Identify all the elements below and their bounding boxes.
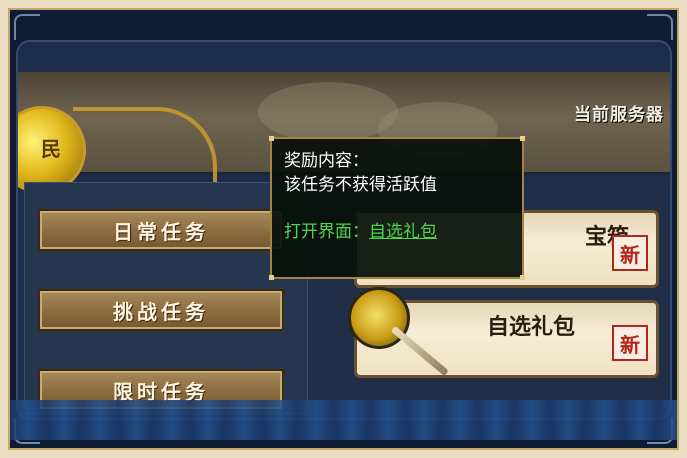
- tooltip-open-label: 打开界面：: [284, 222, 369, 242]
- tooltip-open-row: 打开界面：自选礼包: [284, 217, 522, 242]
- challenge-task-button[interactable]: 挑战任务: [38, 289, 284, 331]
- medallion-char: 民: [41, 137, 61, 161]
- tooltip-corner: [520, 275, 525, 280]
- tooltip-open-link[interactable]: 自选礼包: [369, 222, 437, 242]
- task-list: 日常任务 挑战任务 限时任务: [24, 182, 308, 414]
- new-badge: 新: [612, 235, 648, 271]
- tooltip-corner: [520, 136, 525, 141]
- tooltip-corner: [269, 275, 274, 280]
- tooltip-title: 奖励内容：: [284, 151, 369, 171]
- corner-ornament: [14, 14, 40, 40]
- daily-task-button[interactable]: 日常任务: [38, 209, 284, 251]
- reward-tooltip: 奖励内容： 该任务不获得活跃值 打开界面：自选礼包: [269, 136, 525, 280]
- tooltip-description: 该任务不获得活跃值: [284, 175, 437, 195]
- tooltip-corner: [269, 136, 274, 141]
- scroll-ornament: [73, 107, 217, 191]
- reward-title: 自选礼包: [487, 315, 576, 340]
- corner-ornament: [647, 14, 673, 40]
- cloud-decoration: [258, 82, 398, 142]
- server-label: 当前服务器: [574, 105, 664, 125]
- wave-border: [10, 400, 677, 440]
- new-badge: 新: [612, 325, 648, 361]
